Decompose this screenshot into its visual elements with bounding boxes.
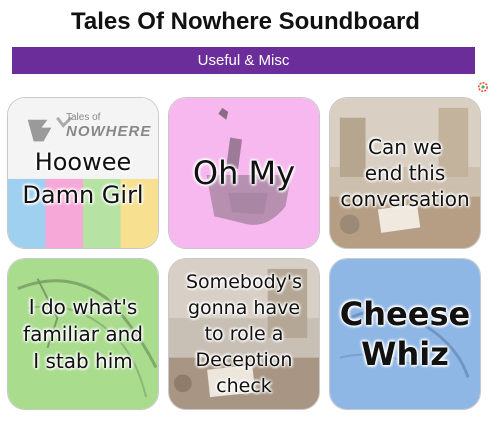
sound-button-i-do-whats-familiar[interactable]: I do what's familiar and I stab him bbox=[7, 258, 159, 410]
tile-label: Can we end this conversation bbox=[340, 135, 470, 211]
sound-button-oh-my[interactable]: Oh My bbox=[168, 97, 320, 249]
sound-button-hoowee-damn-girl[interactable]: Tales of NOWHERE Hoowee Damn Girl bbox=[7, 97, 159, 249]
gear-icon[interactable] bbox=[478, 82, 488, 92]
tile-label: I do what's familiar and I stab him bbox=[23, 294, 143, 373]
page-title: Tales Of Nowhere Soundboard bbox=[71, 8, 420, 35]
tile-label: Oh My bbox=[192, 154, 296, 192]
sound-button-can-we-end-this-conversation[interactable]: Can we end this conversation bbox=[329, 97, 481, 249]
sound-button-cheese-whiz[interactable]: Cheese Whiz bbox=[329, 258, 481, 410]
tile-label: Hoowee Damn Girl bbox=[22, 148, 144, 209]
sound-button-deception-check[interactable]: Somebody's gonna have to role a Deceptio… bbox=[168, 258, 320, 410]
tile-label: Somebody's gonna have to role a Deceptio… bbox=[169, 259, 319, 409]
tile-label: Cheese Whiz bbox=[339, 295, 471, 373]
tile-label-text: Somebody's gonna have to role a Deceptio… bbox=[186, 271, 302, 397]
category-tab-useful-misc[interactable]: Useful & Misc bbox=[12, 47, 475, 74]
